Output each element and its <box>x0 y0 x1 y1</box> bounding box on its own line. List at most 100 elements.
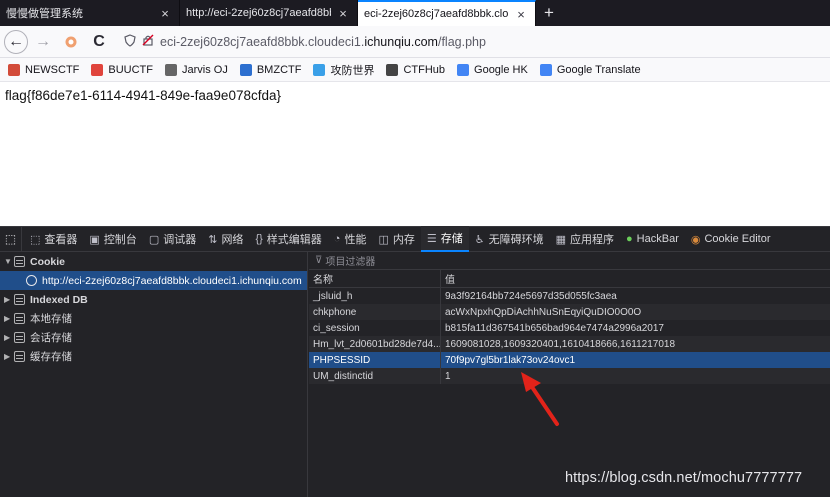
inspector-icon: ⬚ <box>30 233 41 246</box>
devtools-body: ▼ Cookie http://eci-2zej60z8cj7aeafd8bbk… <box>0 252 830 497</box>
browser-tab-1[interactable]: 慢慢做管理系统 × <box>0 0 180 26</box>
devtools-tab[interactable]: ● HackBar <box>620 226 685 252</box>
collapsed-arrow-icon[interactable]: ▶ <box>4 314 14 323</box>
tab-close-icon[interactable]: × <box>157 6 173 21</box>
bookmark-label: 攻防世界 <box>330 64 375 77</box>
database-icon <box>14 332 25 343</box>
storage-icon: ☰ <box>426 232 437 245</box>
url-bar[interactable]: eci-2zej60z8cj7aeafd8bbk.cloudeci1. ichun… <box>118 30 830 54</box>
browser-tab-3[interactable]: eci-2zej60z8cj7aeafd8bbk.cloudeci × <box>358 0 536 26</box>
cookie-value-cell[interactable]: 70f9pv7gl5br1lak73ov24ovc1 <box>441 352 830 368</box>
reload-button[interactable]: C <box>86 29 112 55</box>
devtools-tab-label: 调试器 <box>163 234 197 246</box>
expanded-arrow-icon[interactable]: ▼ <box>4 257 14 266</box>
bookmark-label: BMZCTF <box>256 63 302 76</box>
tree-label: 缓存存储 <box>30 351 72 363</box>
globe-icon <box>26 275 37 286</box>
memory-icon: ◫ <box>378 233 389 246</box>
devtools-tab[interactable]: ☰ 存储 <box>420 226 469 252</box>
devtools-tab[interactable]: ♿ 无障碍环境 <box>469 226 550 252</box>
bookmark-item[interactable]: BMZCTF <box>239 63 302 76</box>
tree-session-storage[interactable]: ▶ 会话存储 <box>0 328 307 347</box>
devtools-tab-label: 无障碍环境 <box>488 234 544 246</box>
bookmark-item[interactable]: Google Translate <box>539 63 641 76</box>
bookmark-label: Google Translate <box>556 63 641 76</box>
debugger-icon: ▢ <box>148 233 160 246</box>
header-name[interactable]: 名称 <box>309 270 441 287</box>
cookie-value-cell[interactable]: b815fa11d367541b656bad964e7474a2996a2017 <box>441 320 830 336</box>
table-row[interactable]: PHPSESSID 70f9pv7gl5br1lak73ov24ovc1 <box>309 352 830 368</box>
watermark-text: https://blog.csdn.net/mochu7777777 <box>565 470 803 486</box>
forward-button[interactable]: → <box>30 29 56 55</box>
tab-close-icon[interactable]: × <box>513 7 529 22</box>
header-value[interactable]: 值 <box>441 270 830 287</box>
devtools-tab[interactable]: ◔ 性能 <box>328 226 373 252</box>
table-row[interactable]: UM_distinctid 1 <box>309 368 830 384</box>
cookie-name-cell[interactable]: PHPSESSID <box>309 352 441 368</box>
tree-cookie-host[interactable]: http://eci-2zej60z8cj7aeafd8bbk.cloudeci… <box>0 271 307 290</box>
tree-cache-storage[interactable]: ▶ 缓存存储 <box>0 347 307 366</box>
filter-icon: ⊽ <box>315 255 323 266</box>
bookmarks-toolbar: NEWSCTF BUUCTF Jarvis OJ BMZCTF 攻防世界 CTFHub Go… <box>0 58 830 82</box>
cookie-value-cell[interactable]: acWxNpxhQpDiAchhNuSnEqyiQuDIO0O0O <box>441 304 830 320</box>
collapsed-arrow-icon[interactable]: ▶ <box>4 333 14 342</box>
tree-cookie[interactable]: ▼ Cookie <box>0 252 307 271</box>
bmzctf-icon <box>239 63 252 76</box>
tree-indexed-db[interactable]: ▶ Indexed DB <box>0 290 307 309</box>
devtools-tab[interactable]: {} 样式编辑器 <box>249 226 327 252</box>
bookmark-item[interactable]: Jarvis OJ <box>165 63 228 76</box>
devtools-tab[interactable]: ▣ 控制台 <box>83 226 142 252</box>
shield-icon[interactable] <box>124 33 136 50</box>
performance-icon: ◔ <box>333 233 341 245</box>
table-row[interactable]: ci_session b815fa11d367541b656bad964e7474… <box>309 320 830 336</box>
devtools-tab-label: 性能 <box>344 234 367 246</box>
devtools-tab[interactable]: ⇅ 网络 <box>202 226 249 252</box>
google-icon <box>457 63 470 76</box>
table-row[interactable]: Hm_lvt_2d0601bd28de7d4... 1609081028,1609… <box>309 336 830 352</box>
translate-icon <box>539 63 552 76</box>
cookie-name-cell[interactable]: ci_session <box>309 320 441 336</box>
cookie-name-cell[interactable]: chkphone <box>309 304 441 320</box>
new-tab-button[interactable]: + <box>536 0 562 26</box>
cookie-value-cell[interactable]: 1 <box>441 368 830 384</box>
cookie-name-cell[interactable]: UM_distinctid <box>309 368 441 384</box>
cookie-name-cell[interactable]: _jsluid_h <box>309 288 441 304</box>
devtools-tab[interactable]: ▢ 调试器 <box>143 226 202 252</box>
cookie-value-cell[interactable]: 1609081028,1609320401,1610418666,1611217… <box>441 336 830 352</box>
bookmark-label: CTFHub <box>403 63 446 76</box>
bookmark-item[interactable]: BUUCTF <box>91 63 153 76</box>
url-host: ichunqiu.com <box>364 34 438 49</box>
collapsed-arrow-icon[interactable]: ▶ <box>4 352 14 361</box>
devtools-tab-label: 内存 <box>392 234 415 246</box>
collapsed-arrow-icon[interactable]: ▶ <box>4 295 14 304</box>
bookmark-item[interactable]: 攻防世界 <box>313 62 374 78</box>
back-button[interactable]: ← <box>4 29 28 54</box>
home-icon[interactable] <box>58 29 84 55</box>
cookie-icon: ◉ <box>690 233 701 246</box>
devtools-tab-label: 网络 <box>221 234 244 246</box>
flag-text: flag{f86de7e1-6114-4941-849e-faa9e078cfd… <box>5 88 281 103</box>
table-body: _jsluid_h 9a3f92164bb724e5697d35d055fc3ae… <box>309 288 830 384</box>
cookie-value-cell[interactable]: 9a3f92164bb724e5697d35d055fc3aea <box>441 288 830 304</box>
table-row[interactable]: _jsluid_h 9a3f92164bb724e5697d35d055fc3ae… <box>309 288 830 304</box>
bookmark-item[interactable]: Google HK <box>457 63 528 76</box>
filter-input[interactable]: ⊽ 项目过滤器 <box>309 252 830 270</box>
devtools-tab[interactable]: ⬚ 查看器 <box>24 226 83 252</box>
bookmark-item[interactable]: NEWSCTF <box>8 63 79 76</box>
devtools-tab-label: Cookie Editor <box>704 233 771 245</box>
browser-tab-2[interactable]: http://eci-2zej60z8cj7aeafd8bbk × <box>180 0 358 26</box>
style-editor-icon: {} <box>255 233 263 245</box>
database-icon <box>14 294 25 305</box>
tab-close-icon[interactable]: × <box>335 6 351 21</box>
devtools-tab[interactable]: ▦ 应用程序 <box>550 226 620 252</box>
bookmark-item[interactable]: CTFHub <box>386 63 446 76</box>
element-picker-icon[interactable]: ⬚ <box>0 226 22 252</box>
devtools-tab[interactable]: ◫ 内存 <box>372 226 420 252</box>
devtools-tab[interactable]: ◉ Cookie Editor <box>685 226 777 252</box>
tree-local-storage[interactable]: ▶ 本地存储 <box>0 309 307 328</box>
adworld-icon <box>313 63 326 76</box>
cookie-name-cell[interactable]: Hm_lvt_2d0601bd28de7d4... <box>309 336 441 352</box>
insecure-lock-icon[interactable] <box>142 34 154 49</box>
table-row[interactable]: chkphone acWxNpxhQpDiAchhNuSnEqyiQuDIO0O0… <box>309 304 830 320</box>
bookmark-label: Google HK <box>474 63 528 76</box>
